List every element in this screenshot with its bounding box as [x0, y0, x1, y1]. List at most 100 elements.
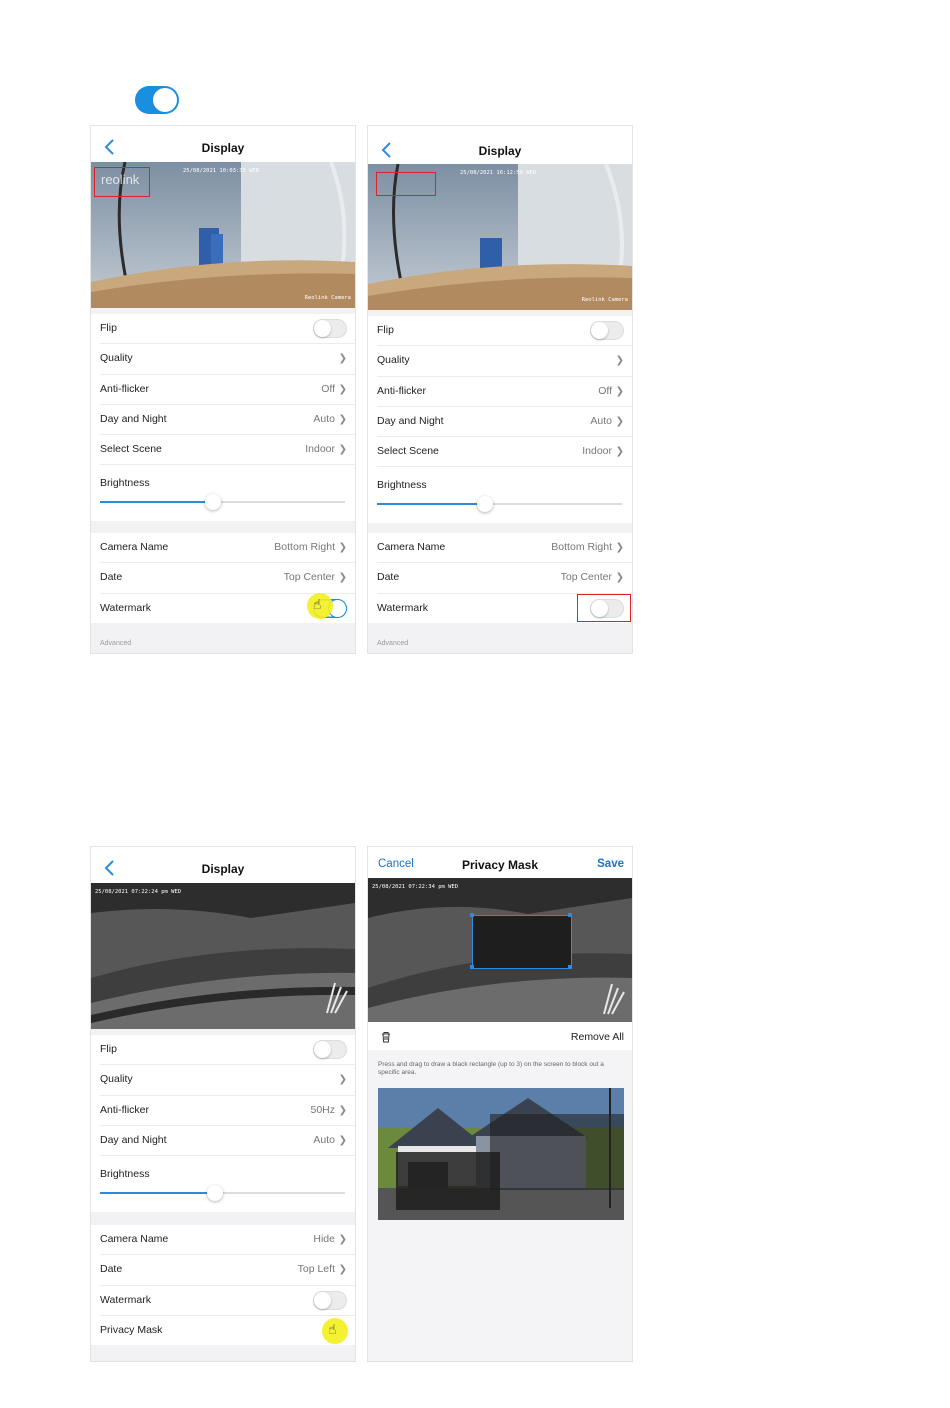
osd-camera-name: Reolink Camera	[581, 297, 628, 303]
row-quality[interactable]: Quality ❯	[100, 344, 355, 375]
hand-pointer-icon: ☝	[328, 1321, 337, 1337]
row-label: Anti-flicker	[100, 1103, 150, 1116]
chevron-right-icon: ❯	[338, 413, 347, 425]
watermark-highlight	[94, 167, 150, 197]
row-value: Auto	[313, 412, 335, 425]
row-day-and-night[interactable]: Day and Night Auto ❯	[377, 407, 632, 438]
chevron-right-icon: ❯	[338, 542, 347, 553]
chevron-right-icon: ❯	[615, 415, 624, 427]
brightness-slider[interactable]	[100, 1185, 345, 1202]
row-day-and-night[interactable]: Day and Night Auto ❯	[100, 1126, 355, 1157]
row-camera-name[interactable]: Camera Name Bottom Right ❯	[377, 533, 632, 564]
slider-thumb[interactable]	[204, 494, 221, 511]
mask-handle[interactable]	[568, 913, 572, 917]
flip-toggle[interactable]	[313, 1040, 347, 1059]
advanced-label: Advanced	[377, 640, 409, 647]
toggle-knob	[314, 1291, 331, 1309]
watermark-toggle[interactable]	[313, 1290, 347, 1310]
row-flip[interactable]: Flip	[377, 316, 632, 347]
settings-list-osd: Camera Name Hide ❯ Date Top Left ❯ Watermark…	[91, 1225, 355, 1346]
row-anti-flicker[interactable]: Anti-flicker 50Hz ❯	[100, 1096, 355, 1126]
mask-rectangle[interactable]	[472, 915, 572, 969]
row-day-and-night[interactable]: Day and Night Auto ❯	[100, 405, 355, 436]
nav-bar: Display	[368, 126, 632, 164]
row-quality[interactable]: Quality ❯	[100, 1065, 355, 1096]
slider-thumb[interactable]	[476, 496, 493, 513]
row-flip[interactable]: Flip	[100, 1035, 355, 1066]
remove-all-bar: Remove All	[368, 1022, 632, 1050]
advanced-label: Advanced	[100, 640, 132, 647]
row-label: Watermark	[377, 601, 428, 614]
brightness-label: Brightness	[100, 1168, 150, 1181]
page-title: Privacy Mask	[461, 858, 539, 872]
row-anti-flicker[interactable]: Anti-flicker Off ❯	[100, 375, 355, 405]
settings-list: Flip Quality ❯ Anti-flicker Off ❯ Day and N…	[91, 314, 355, 522]
row-flip[interactable]: Flip	[100, 314, 355, 345]
row-value: Top Center	[283, 571, 335, 584]
osd-date: 25/08/2021 16:12:50 WED	[460, 170, 537, 176]
settings-list: Flip Quality ❯ Anti-flicker 50Hz ❯ Day and …	[91, 1035, 355, 1213]
row-anti-flicker[interactable]: Anti-flicker Off ❯	[377, 377, 632, 407]
tap-cursor-icon: ☝	[322, 1318, 348, 1344]
row-value: Bottom Right	[274, 541, 335, 553]
chevron-right-icon: ❯	[615, 385, 624, 397]
chevron-right-icon: ❯	[338, 353, 347, 365]
brightness-label: Brightness	[377, 479, 427, 492]
row-label: Select Scene	[100, 443, 162, 456]
brightness-slider[interactable]	[377, 496, 622, 513]
row-watermark[interactable]: Watermark	[100, 1286, 355, 1316]
row-camera-name[interactable]: Camera Name Bottom Right ❯	[100, 533, 355, 564]
watermark-area-highlight	[376, 172, 436, 196]
osd-camera-name: Reolink Camera	[304, 295, 351, 301]
row-camera-name[interactable]: Camera Name Hide ❯	[100, 1225, 355, 1256]
page-title: Display	[478, 144, 522, 158]
trash-icon[interactable]	[380, 1031, 392, 1043]
row-date[interactable]: Date Top Center ❯	[377, 563, 632, 594]
row-label: Camera Name	[377, 541, 446, 553]
example-house-image	[378, 1088, 624, 1220]
privacy-mask-panel: Cancel Privacy Mask Save 25/08/2021 07:2…	[367, 846, 633, 1362]
mask-handle[interactable]	[470, 965, 474, 969]
save-button[interactable]: Save	[597, 858, 624, 870]
row-select-scene[interactable]: Select Scene Indoor ❯	[377, 437, 632, 468]
chevron-right-icon: ❯	[615, 446, 624, 458]
chevron-right-icon: ❯	[615, 355, 624, 367]
slider-fill	[100, 501, 213, 504]
camera-preview: 25/08/2021 07:22:34 pm WED	[368, 878, 632, 1022]
hand-pointer-icon: ☝	[313, 596, 322, 612]
mask-handle[interactable]	[470, 913, 474, 917]
row-value: Off	[598, 384, 612, 397]
remove-all-button[interactable]: Remove All	[571, 1031, 624, 1043]
slider-fill	[377, 503, 485, 506]
row-label: Watermark	[100, 601, 151, 614]
row-privacy-mask[interactable]: Privacy Mask	[100, 1316, 355, 1345]
row-value: Auto	[590, 414, 612, 427]
toggle-knob	[314, 320, 331, 337]
slider-thumb[interactable]	[207, 1185, 224, 1202]
row-value: Hide	[313, 1233, 335, 1245]
chevron-right-icon: ❯	[338, 572, 347, 584]
row-date[interactable]: Date Top Center ❯	[100, 563, 355, 594]
chevron-right-icon: ❯	[338, 1234, 347, 1245]
row-label: Select Scene	[377, 445, 439, 458]
row-label: Day and Night	[377, 414, 444, 427]
settings-list: Flip Quality ❯ Anti-flicker Off ❯ Day and N…	[368, 316, 632, 524]
brightness-slider[interactable]	[100, 494, 345, 511]
row-value: Auto	[313, 1133, 335, 1146]
row-quality[interactable]: Quality ❯	[377, 346, 632, 377]
row-date[interactable]: Date Top Left ❯	[100, 1255, 355, 1286]
flip-toggle[interactable]	[590, 321, 624, 340]
row-label: Date	[377, 571, 400, 584]
row-value: Indoor	[305, 443, 335, 456]
mask-handle[interactable]	[568, 965, 572, 969]
row-label: Quality	[377, 354, 410, 367]
page-title: Display	[201, 862, 245, 876]
flip-toggle[interactable]	[313, 319, 347, 338]
row-value: Bottom Right	[551, 541, 612, 553]
row-select-scene[interactable]: Select Scene Indoor ❯	[100, 435, 355, 466]
brightness-control: Brightness	[100, 1156, 355, 1212]
row-value: Top Center	[560, 571, 612, 584]
brightness-control: Brightness	[377, 467, 632, 523]
toggle-on-icon	[135, 86, 179, 114]
row-label: Flip	[100, 322, 117, 334]
